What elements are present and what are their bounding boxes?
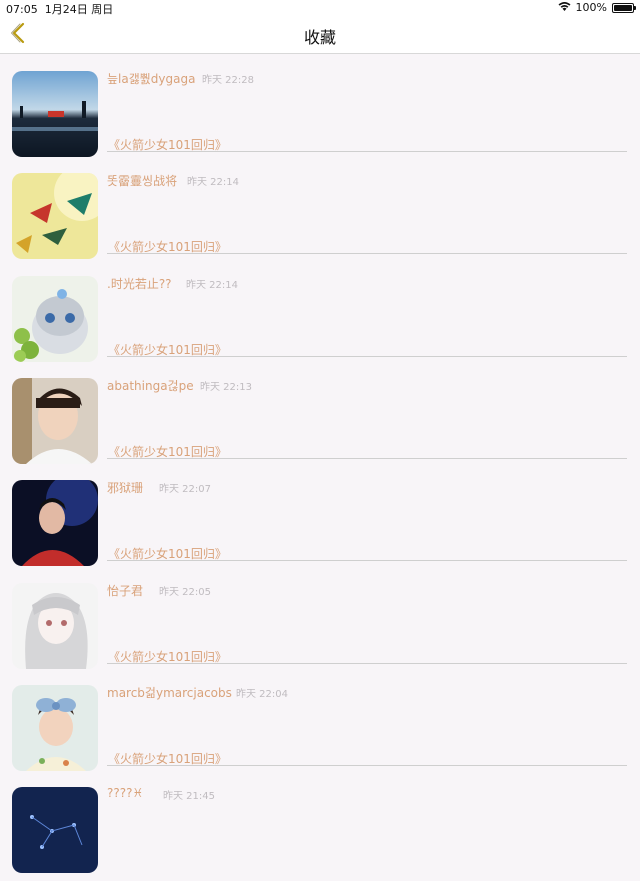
avatar[interactable] (12, 685, 98, 771)
avatar[interactable] (12, 787, 98, 873)
avatar[interactable] (12, 276, 98, 362)
list-item[interactable]: ????♓ 昨天 21:45 (0, 779, 640, 881)
list-item[interactable]: 늪la갫뿴dygaga 昨天 22:28 《火箭少女101回归》 (0, 63, 640, 165)
avatar[interactable] (12, 71, 98, 157)
status-date: 1月24日 周日 (44, 3, 114, 16)
divider (107, 356, 627, 357)
list-item[interactable]: abathinga걶pe 昨天 22:13 《火箭少女101回归》 (0, 370, 640, 472)
user-name[interactable]: marcb걺ymarcjacobs (107, 684, 232, 701)
page-title: 收藏 (303, 28, 336, 47)
list-item[interactable]: 똣霤霻씽战将 昨天 22:14 《火箭少女101回归》 (0, 165, 640, 267)
timestamp: 昨天 21:45 (163, 791, 215, 802)
user-name[interactable]: .时光若止?? (107, 275, 172, 292)
list-item[interactable]: marcb걺ymarcjacobs 昨天 22:04 《火箭少女101回归》 (0, 677, 640, 779)
user-name[interactable]: abathinga걶pe (107, 377, 194, 394)
wifi-icon (558, 1, 571, 14)
timestamp: 昨天 22:13 (200, 382, 252, 393)
status-right: 100% (558, 1, 636, 14)
battery-icon (612, 2, 636, 13)
avatar[interactable] (12, 480, 98, 566)
user-name[interactable]: 늪la갫뿴dygaga (107, 70, 195, 87)
avatar[interactable] (12, 173, 98, 259)
navigation-bar: 收藏 (0, 16, 640, 54)
status-time-date: 07:05 1月24日 周日 (6, 1, 113, 17)
user-name[interactable]: ????♓ (107, 786, 143, 800)
user-name[interactable]: 똣霤霻씽战将 (107, 172, 177, 189)
timestamp: 昨天 22:04 (236, 689, 288, 700)
timestamp: 昨天 22:28 (202, 75, 254, 86)
timestamp: 昨天 22:14 (186, 280, 238, 291)
divider (107, 560, 627, 561)
timestamp: 昨天 22:14 (187, 177, 239, 188)
divider (107, 458, 627, 459)
avatar[interactable] (12, 378, 98, 464)
avatar[interactable] (12, 583, 98, 669)
list-item[interactable]: 邪狱珊 昨天 22:07 《火箭少女101回归》 (0, 472, 640, 574)
list-item[interactable]: .时光若止?? 昨天 22:14 《火箭少女101回归》 (0, 268, 640, 370)
timestamp: 昨天 22:07 (159, 484, 211, 495)
battery-percent: 100% (575, 1, 607, 14)
user-name[interactable]: 邪狱珊 (107, 479, 143, 496)
divider (107, 765, 627, 766)
timestamp: 昨天 22:05 (159, 587, 211, 598)
status-time: 07:05 (6, 3, 38, 16)
divider (107, 253, 627, 254)
status-bar: 07:05 1月24日 周日 100% (0, 0, 640, 16)
divider (107, 663, 627, 664)
user-name[interactable]: 怡子君 (107, 582, 143, 599)
list-item[interactable]: 怡子君 昨天 22:05 《火箭少女101回归》 (0, 575, 640, 677)
divider (107, 151, 627, 152)
